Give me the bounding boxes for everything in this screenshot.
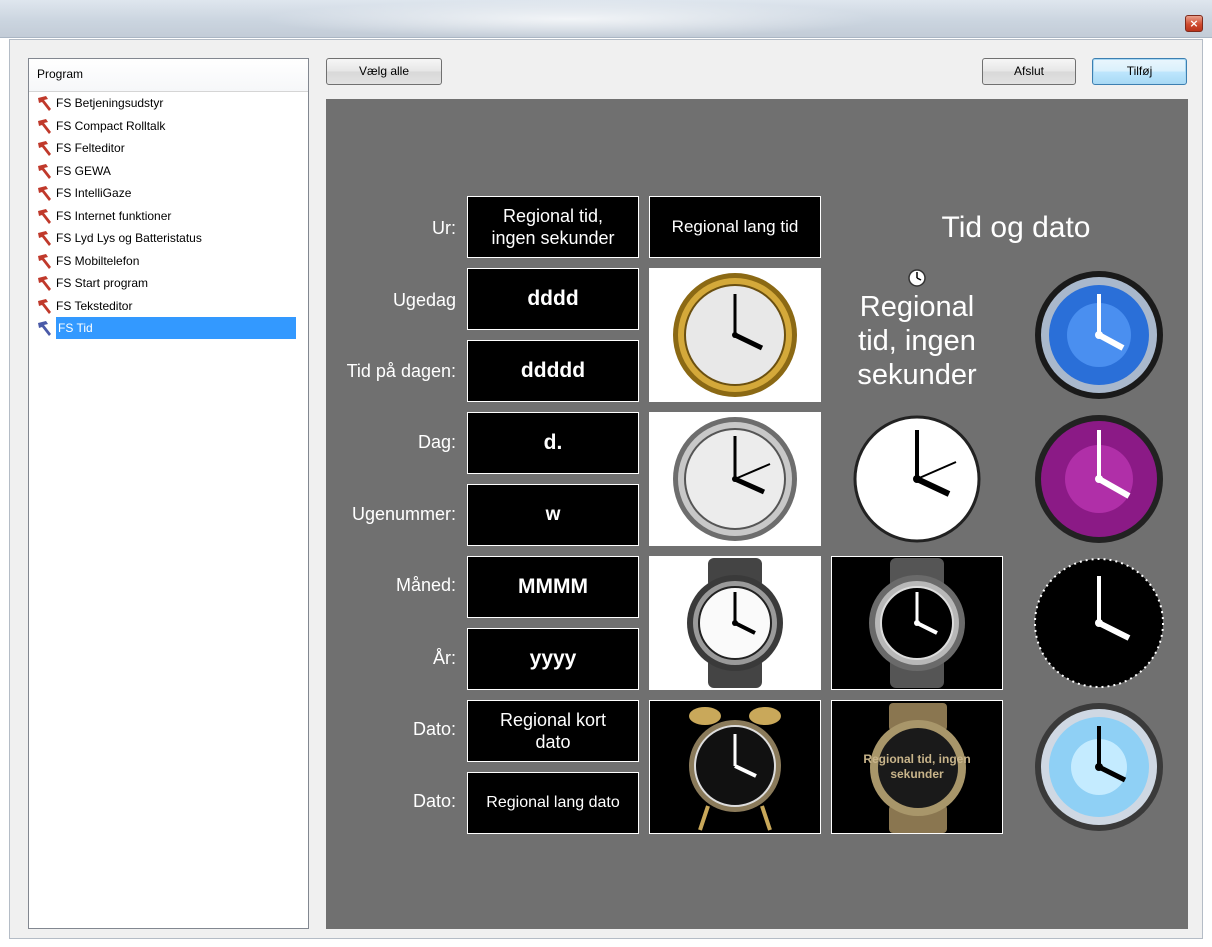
program-list-item[interactable]: FS Internet funktioner: [29, 205, 308, 228]
add-button[interactable]: Tilføj: [1092, 58, 1187, 85]
program-list-item-label: FS Mobiltelefon: [56, 253, 140, 268]
purple-clock-icon: [1035, 415, 1163, 543]
silver-clock-icon: [673, 417, 797, 541]
program-list-item[interactable]: FS Felteditor: [29, 137, 308, 160]
program-list-item-label: FS Tid: [56, 317, 296, 340]
cell-black-clock[interactable]: [1013, 556, 1185, 690]
program-list-item-label: FS Felteditor: [56, 141, 125, 156]
label-ur: Ur:: [432, 218, 456, 238]
program-list-item-label: FS IntelliGaze: [56, 186, 132, 201]
program-list-item-label: FS Betjeningsudstyr: [56, 96, 164, 111]
headline-tid-og-dato: Tid og dato: [941, 211, 1091, 244]
program-list-item[interactable]: FS IntelliGaze: [29, 182, 308, 205]
program-list-item[interactable]: FS Teksteditor: [29, 295, 308, 318]
hammer-icon: [35, 319, 53, 337]
hammer-icon: [35, 229, 53, 247]
watch-overlay-line2: sekunder: [890, 767, 944, 781]
title-bar-glare: [260, 0, 880, 38]
watch-overlay-line1: Regional tid, ingen: [863, 752, 971, 766]
cell-regional-tid-line1: Regional tid,: [502, 206, 604, 226]
label-maaned: Måned:: [395, 575, 456, 595]
label-ugedag: Ugedag: [392, 290, 456, 310]
hammer-icon: [35, 274, 53, 292]
select-all-button[interactable]: Vælg alle: [326, 58, 442, 85]
cell-purple-clock[interactable]: [1013, 412, 1185, 546]
big-regional-line1: Regional: [859, 291, 975, 323]
label-ugenummer: Ugenummer:: [351, 504, 456, 524]
small-clock-icon: [908, 269, 926, 287]
big-regional-line2: tid, ingen: [858, 325, 976, 357]
cell-blue-clock[interactable]: [1013, 268, 1185, 402]
label-dato-2: Dato:: [412, 791, 456, 811]
program-list-item-label: FS GEWA: [56, 163, 111, 178]
lightblue-clock-icon: [1035, 703, 1163, 831]
blue-clock-icon: [1035, 271, 1163, 399]
wristwatch-icon: [687, 558, 783, 688]
program-list[interactable]: Program FS Betjeningsudstyr FS Compact Ro…: [28, 58, 309, 929]
close-button[interactable]: ×: [1185, 15, 1203, 32]
cell-regional-lang-tid[interactable]: Regional lang tid: [649, 196, 821, 258]
hammer-icon: [35, 252, 53, 270]
program-list-header: Program: [29, 59, 308, 92]
cell-silver-clock[interactable]: [649, 412, 821, 546]
program-list-item[interactable]: FS Tid: [29, 317, 308, 340]
program-list-item-label: FS Teksteditor: [56, 298, 133, 313]
cell-regional-lang-dato[interactable]: Regional lang dato: [467, 772, 639, 834]
hammer-icon: [35, 117, 53, 135]
cell-regional-kort-dato-line1: Regional kort: [499, 710, 607, 730]
program-list-item[interactable]: FS Betjeningsudstyr: [29, 92, 308, 115]
cell-d[interactable]: d.: [467, 412, 639, 474]
big-regional-text: Regional tid, ingen sekunder: [831, 290, 1003, 392]
hammer-icon: [35, 207, 53, 225]
alarm-clock-icon: [689, 707, 781, 831]
program-list-item[interactable]: FS Lyd Lys og Batteristatus: [29, 227, 308, 250]
clock-grid-panel: Ur: Ugedag Tid på dagen: Dag: Ugenummer:…: [326, 99, 1188, 929]
cell-gold-clock[interactable]: [649, 268, 821, 402]
program-list-item-label: FS Internet funktioner: [56, 208, 172, 223]
label-dag: Dag:: [417, 432, 456, 452]
cell-regional-kort-dato-line2: dato: [535, 732, 571, 752]
label-aar: År:: [432, 648, 456, 668]
program-list-item[interactable]: FS Start program: [29, 272, 308, 295]
cell-w[interactable]: w: [467, 484, 639, 546]
hammer-icon: [35, 94, 53, 112]
program-list-item[interactable]: FS GEWA: [29, 160, 308, 183]
cell-bracelet-watch[interactable]: Regional tid, ingen sekunder: [831, 700, 1003, 834]
hammer-icon: [35, 297, 53, 315]
cell-lightblue-clock[interactable]: [1013, 700, 1185, 834]
title-bar: ×: [0, 0, 1212, 38]
cell-alarm-clock[interactable]: [649, 700, 821, 834]
hammer-icon: [35, 162, 53, 180]
program-list-item[interactable]: FS Mobiltelefon: [29, 250, 308, 273]
wristwatch-dark-icon: [869, 558, 965, 688]
cell-ddddd[interactable]: ddddd: [467, 340, 639, 402]
gold-clock-icon: [673, 273, 797, 397]
label-dato-1: Dato:: [412, 719, 456, 739]
cell-dddd[interactable]: dddd: [467, 268, 639, 330]
black-clock-icon: [1034, 558, 1164, 688]
cell-white-clock[interactable]: [831, 412, 1003, 546]
white-clock-icon: [853, 415, 981, 543]
program-list-item-label: FS Start program: [56, 276, 149, 291]
cell-regional-tid-big[interactable]: Regional tid, ingen sekunder: [831, 268, 1003, 402]
program-list-item-label: FS Lyd Lys og Batteristatus: [56, 231, 202, 246]
big-regional-line3: sekunder: [857, 359, 977, 391]
label-tid-paa-dagen: Tid på dagen:: [346, 361, 456, 381]
cell-wristwatch-black[interactable]: [831, 556, 1003, 690]
cell-yyyy[interactable]: yyyy: [467, 628, 639, 690]
cell-wristwatch-white[interactable]: [649, 556, 821, 690]
watch-overlay-text: Regional tid, ingen sekunder: [863, 752, 970, 782]
cell-regional-tid[interactable]: Regional tid, ingen sekunder: [467, 196, 639, 258]
hammer-icon: [35, 184, 53, 202]
program-list-item[interactable]: FS Compact Rolltalk: [29, 115, 308, 138]
cell-regional-kort-dato[interactable]: Regional kort dato: [467, 700, 639, 762]
program-list-item-label: FS Compact Rolltalk: [56, 118, 166, 133]
cell-mmmm[interactable]: MMMM: [467, 556, 639, 618]
hammer-icon: [35, 139, 53, 157]
exit-button[interactable]: Afslut: [982, 58, 1076, 85]
cell-regional-tid-line2: ingen sekunder: [491, 228, 615, 248]
